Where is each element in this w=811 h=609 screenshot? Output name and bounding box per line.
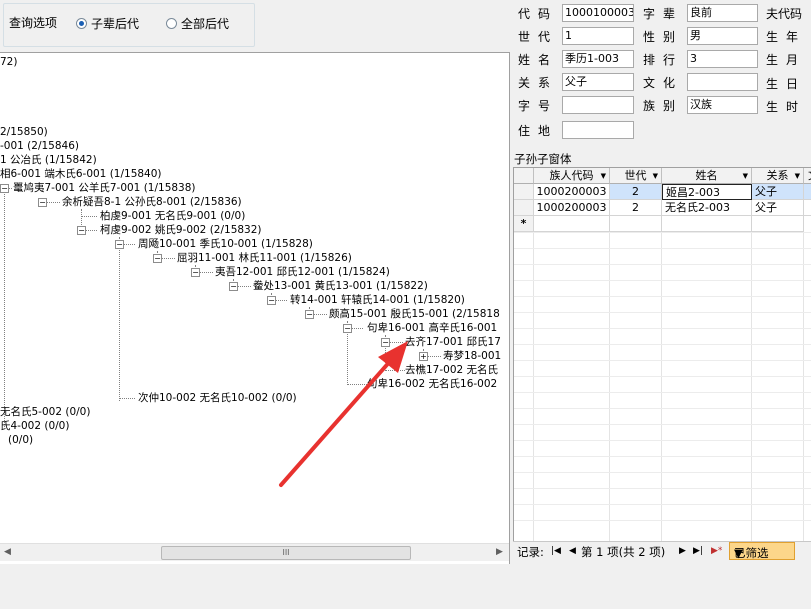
relation-field[interactable]: 父子: [562, 73, 634, 91]
radio-label: 子辈后代: [91, 17, 140, 31]
cell-generation[interactable]: 2: [610, 184, 662, 200]
cell-code[interactable]: 1000200003: [534, 184, 610, 200]
row-selector-header[interactable]: [514, 168, 534, 184]
field-label: 性别: [643, 30, 684, 44]
field-label: 姓名: [518, 53, 559, 67]
field-label: 代码: [518, 7, 559, 21]
field-label: 生时: [766, 100, 807, 114]
query-options-title: 查询选项: [9, 16, 58, 30]
field-label: 生年: [766, 30, 807, 44]
radio-all-descendants[interactable]: 全部后代: [166, 15, 229, 32]
field-label: 族别: [643, 99, 684, 113]
field-label: 生月: [766, 53, 807, 67]
new-row-cell[interactable]: [752, 216, 804, 232]
previous-record-icon[interactable]: ◀: [569, 546, 576, 556]
filtered-label: 已筛选: [734, 546, 769, 560]
column-header-generation[interactable]: 世代 ▼: [610, 168, 662, 184]
cell-generation[interactable]: 2: [610, 200, 662, 216]
column-header-relation[interactable]: 关系 ▼: [752, 168, 804, 184]
cell-education[interactable]: [804, 200, 811, 216]
field-label: 生日: [766, 77, 807, 91]
rank-field[interactable]: 3: [687, 50, 758, 68]
new-row-cell[interactable]: [534, 216, 610, 232]
first-record-icon[interactable]: |◀: [551, 546, 561, 556]
field-label: 字辈: [643, 7, 684, 21]
new-row-cell[interactable]: [610, 216, 662, 232]
cell-name[interactable]: 姬昌2-003: [662, 184, 752, 200]
navigator-label: 记录:: [517, 545, 544, 559]
scroll-right-icon[interactable]: ▶: [496, 547, 503, 557]
name-field[interactable]: 季历1-003: [562, 50, 634, 68]
record-position[interactable]: 第 1 项(共 2 项): [581, 544, 665, 560]
annotation-arrow: [279, 341, 408, 487]
new-row-marker[interactable]: *: [514, 216, 534, 232]
cell-relation[interactable]: 父子: [752, 200, 804, 216]
generation-field[interactable]: 1: [562, 27, 634, 45]
field-label: 文化: [643, 76, 684, 90]
scrollbar-thumb[interactable]: III: [161, 546, 411, 560]
radio-label: 全部后代: [181, 17, 230, 31]
new-record-icon[interactable]: ▶*: [711, 546, 722, 556]
filtered-toggle[interactable]: ▼ 已筛选: [729, 542, 795, 560]
field-label: 字号: [518, 99, 559, 113]
new-row-cell[interactable]: [662, 216, 752, 232]
residence-field[interactable]: [562, 121, 634, 139]
code-field[interactable]: 1000100003: [562, 4, 634, 22]
radio-unchecked-icon: [166, 18, 177, 29]
generation-char-field[interactable]: 良前: [687, 4, 758, 22]
cell-name[interactable]: 无名氏2-003: [662, 200, 752, 216]
tree-horizontal-scrollbar[interactable]: ◀ III ▶: [0, 543, 509, 561]
last-record-icon[interactable]: ▶|: [693, 546, 703, 556]
scroll-left-icon[interactable]: ◀: [4, 547, 11, 557]
cell-education[interactable]: [804, 184, 811, 200]
field-label: 夫代码: [766, 7, 803, 21]
education-field[interactable]: [687, 73, 758, 91]
radio-direct-descendants[interactable]: 子辈后代: [76, 15, 139, 32]
family-tree-view[interactable]: − − − − − − − − − − − + 72) 2/15850) -00…: [0, 52, 510, 564]
sort-dropdown-icon: ▼: [794, 172, 800, 180]
column-header-name[interactable]: 姓名 ▼: [662, 168, 752, 184]
sort-dropdown-icon: ▼: [742, 172, 748, 180]
record-navigator: 记录: |◀ ◀ 第 1 项(共 2 项) ▶ ▶| ▶* ▼ 已筛选: [513, 541, 811, 561]
next-record-icon[interactable]: ▶: [679, 546, 686, 556]
grid-caption: 子孙子窗体: [514, 152, 572, 166]
column-header-code[interactable]: 族人代码 ▼: [534, 168, 610, 184]
sort-dropdown-icon: ▼: [600, 172, 606, 180]
courtesy-name-field[interactable]: [562, 96, 634, 114]
field-label: 关系: [518, 76, 559, 90]
cell-relation[interactable]: 父子: [752, 184, 804, 200]
cell-code[interactable]: 1000200003: [534, 200, 610, 216]
row-selector[interactable]: [514, 184, 534, 200]
scrollbar-grip: III: [282, 548, 290, 557]
column-header-education[interactable]: 文: [804, 168, 811, 184]
descendants-grid[interactable]: 族人代码▼ 世代▼ 姓名▼ 关系▼ 文 1000200003 2 姬昌2-003…: [513, 167, 811, 542]
field-label: 住地: [518, 124, 559, 138]
row-selector[interactable]: [514, 200, 534, 216]
ethnicity-field[interactable]: 汉族: [687, 96, 758, 114]
gender-field[interactable]: 男: [687, 27, 758, 45]
field-label: 世代: [518, 30, 559, 44]
radio-checked-icon: [76, 18, 87, 29]
field-label: 排行: [643, 53, 684, 67]
sort-dropdown-icon: ▼: [652, 172, 658, 180]
